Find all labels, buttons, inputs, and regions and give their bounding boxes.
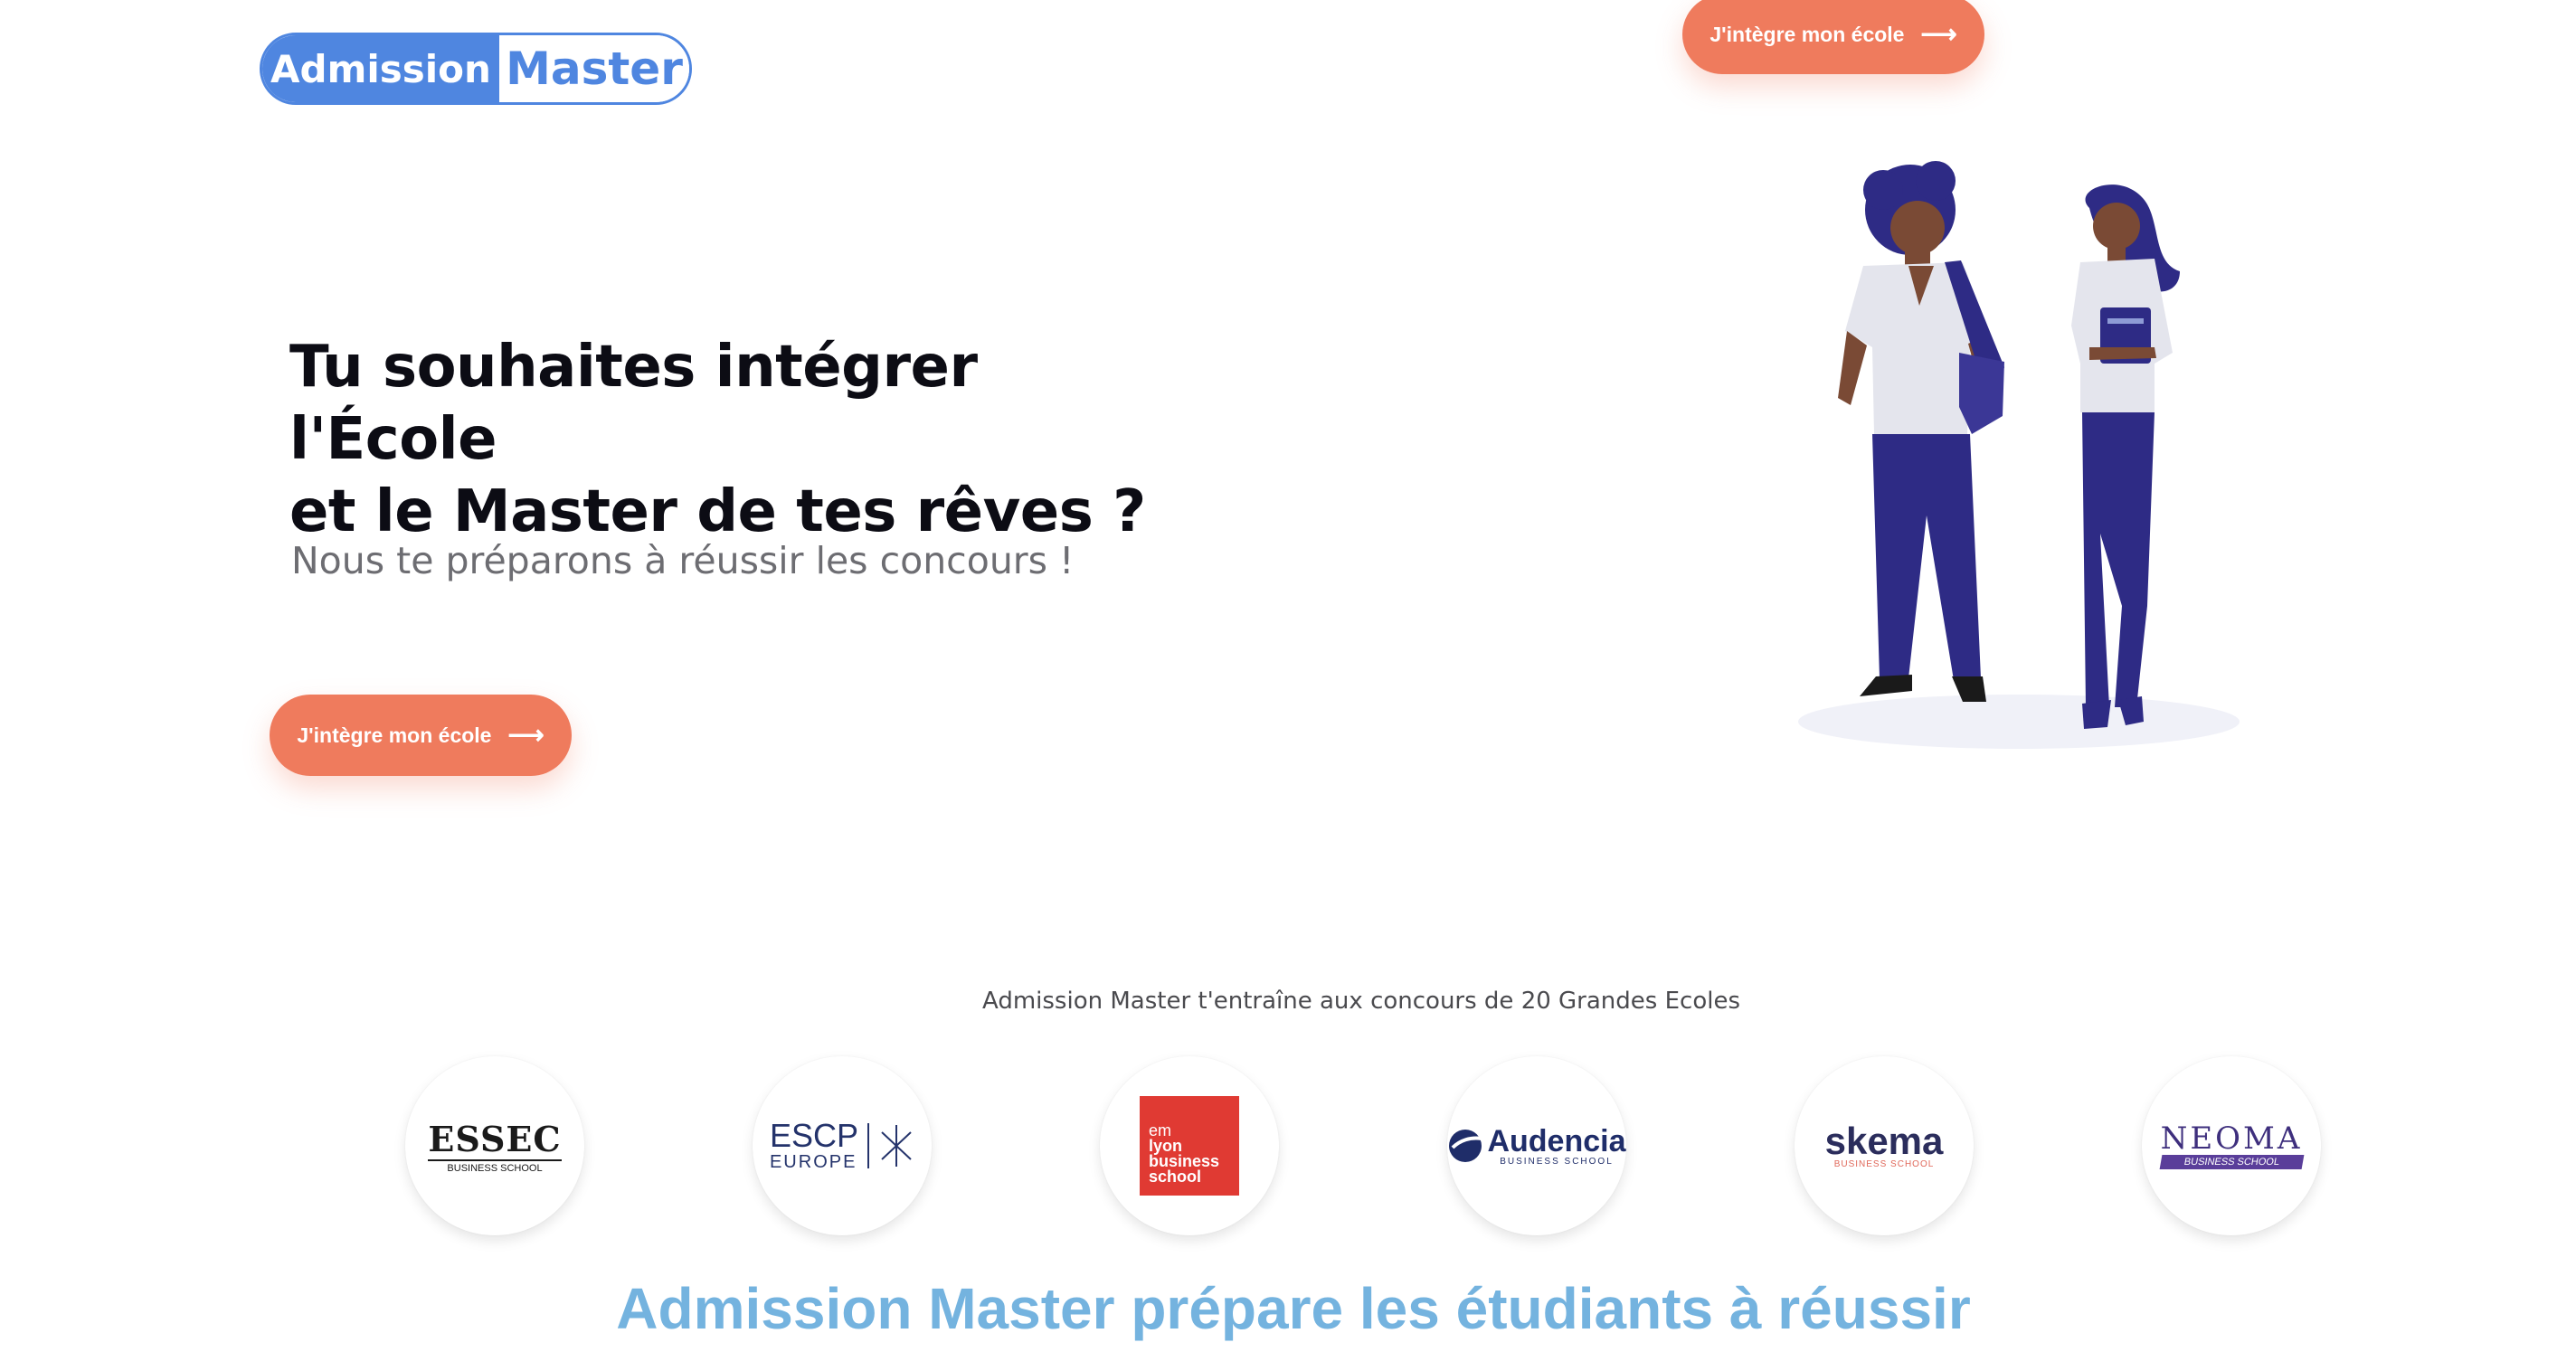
arrow-right-icon: ⟶ [507, 721, 545, 749]
audencia-wordmark: Audencia [1487, 1123, 1626, 1158]
neoma-tagline: BUSINESS SCHOOL [2159, 1155, 2304, 1169]
school-logo-neoma[interactable]: NEOMA BUSINESS SCHOOL [2142, 1056, 2321, 1235]
skema-wordmark: skema [1824, 1119, 1944, 1162]
students-illustration [1798, 161, 2240, 749]
logo[interactable]: Admission Master [260, 33, 692, 105]
student-woman-figure [2071, 184, 2180, 729]
skema-tagline: BUSINESS SCHOOL [1833, 1158, 1935, 1169]
header-cta-label: J'intègre mon école [1709, 22, 1905, 46]
hero-subtitle: Nous te préparons à réussir les concours… [291, 539, 1075, 582]
school-logo-emlyon[interactable]: em lyon business school [1100, 1056, 1279, 1235]
school-logo-audencia[interactable]: Audencia BUSINESS SCHOOL [1447, 1056, 1626, 1235]
audencia-tagline: BUSINESS SCHOOL [1500, 1156, 1614, 1167]
hero-title-line2: et le Master de tes rêves ? [289, 478, 1146, 545]
header-cta-button[interactable]: J'intègre mon école ⟶ [1682, 0, 1984, 74]
essec-tagline: BUSINESS SCHOOL [428, 1158, 562, 1174]
escp-wordmark: ESCP [769, 1116, 859, 1154]
escp-star-icon [881, 1125, 912, 1167]
audencia-globe-icon [1449, 1130, 1482, 1162]
schools-caption: Admission Master t'entraîne aux concours… [982, 988, 1740, 1015]
hero-title: Tu souhaites intégrer l'École et le Mast… [289, 331, 1194, 548]
logo-admission: Admission [262, 35, 499, 102]
hero-title-line1: Tu souhaites intégrer l'École [289, 334, 978, 473]
neoma-wordmark: NEOMA [2160, 1120, 2303, 1157]
school-logo-escp[interactable]: ESCP EUROPE [753, 1056, 932, 1235]
student-man-figure [1838, 161, 2004, 702]
hero-cta-button[interactable]: J'intègre mon école ⟶ [270, 695, 572, 776]
arrow-right-icon: ⟶ [1920, 20, 1957, 48]
hero-cta-label: J'intègre mon école [297, 723, 492, 747]
logo-master: Master [499, 35, 689, 102]
essec-wordmark: ESSEC [428, 1118, 562, 1159]
section-title: Admission Master prépare les étudiants à… [616, 1276, 1971, 1341]
school-logo-skema[interactable]: skema BUSINESS SCHOOL [1795, 1056, 1974, 1235]
emlyon-school: school [1149, 1168, 1202, 1186]
school-logo-essec[interactable]: ESSEC BUSINESS SCHOOL [405, 1056, 584, 1235]
escp-tagline: EUROPE [769, 1151, 857, 1172]
